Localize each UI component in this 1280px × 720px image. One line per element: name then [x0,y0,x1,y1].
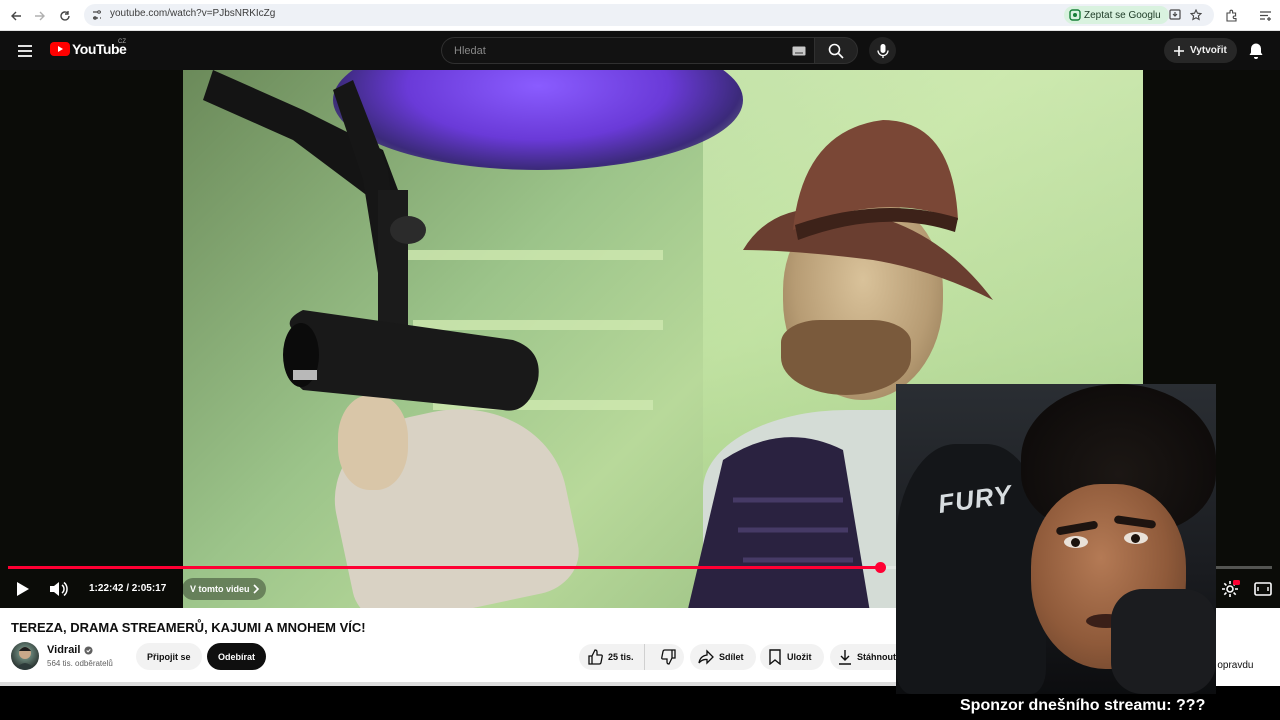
eye [1124,532,1148,544]
reload-icon[interactable] [55,6,75,26]
site-info-icon[interactable] [90,8,104,22]
chevron-right-icon [252,584,259,594]
studio-microphone [203,70,539,411]
search-icon [828,43,844,59]
presenter-beard [781,320,911,395]
forward-icon[interactable] [30,6,50,26]
youtube-logo[interactable]: YouTube CZ [50,39,127,57]
keyboard-icon[interactable] [792,46,806,56]
eye [1064,536,1088,548]
search-box [441,37,814,64]
reading-list-icon[interactable] [1256,6,1274,24]
video-title: TEREZA, DRAMA STREAMERŮ, KAJUMI A MNOHEM… [11,620,366,635]
fedora-hat [743,120,993,300]
chapter-chip[interactable]: V tomto videu [182,578,266,600]
share-label: Sdílet [719,652,744,662]
like-button[interactable]: 25 tis. [579,644,645,670]
channel-name[interactable]: Vidrail [47,644,93,656]
time-display: 1:22:42 / 2:05:17 [89,583,167,594]
chapter-label: V tomto videu [190,584,250,594]
like-dislike-group: 25 tis. [579,644,684,670]
search-button[interactable] [814,37,858,64]
subscriber-count: 564 tis. odběratelů [47,659,113,668]
microphone-icon [876,43,889,58]
voice-search-button[interactable] [869,37,896,64]
theater-mode-button[interactable] [1251,578,1275,600]
notifications-bell-icon[interactable] [1246,41,1266,61]
play-button[interactable] [12,578,32,600]
bookmark-icon [769,649,781,665]
sponsor-overlay-text: Sponzor dnešního streamu: ??? [960,697,1206,714]
search-input[interactable] [454,43,774,59]
create-label: Vytvořit [1190,45,1227,56]
volume-icon [50,581,68,597]
progress-scrubber[interactable] [875,562,886,573]
verified-badge-icon [84,645,93,655]
gear-icon [1222,580,1240,597]
volume-button[interactable] [48,578,68,600]
bookmark-star-icon[interactable] [1187,6,1205,24]
thumbs-up-icon [588,649,603,665]
extensions-icon[interactable] [1222,6,1240,24]
share-icon [698,649,714,665]
menu-icon[interactable] [14,41,36,61]
youtube-header: YouTube CZ Vytvořit [0,31,1280,70]
share-button[interactable]: Sdílet [690,644,756,670]
browser-toolbar: youtube.com/watch?v=PJbsNRKIcZg Zeptat s… [0,0,1280,31]
thumbs-down-icon [660,649,676,665]
subscribe-button[interactable]: Odebírat [207,643,267,670]
address-bar[interactable]: youtube.com/watch?v=PJbsNRKIcZg Zeptat s… [84,4,1214,26]
plus-icon [1174,45,1184,56]
save-label: Uložit [787,652,812,662]
theater-mode-icon [1254,582,1272,596]
like-count: 25 tis. [608,652,634,662]
play-icon [17,582,29,596]
streamer-webcam: FURY [896,384,1216,694]
back-icon[interactable] [6,6,26,26]
ask-google-label: Zeptat se Googlu [1084,9,1161,21]
google-lens-icon [1069,9,1081,21]
url-text[interactable]: youtube.com/watch?v=PJbsNRKIcZg [110,8,275,19]
install-app-icon[interactable] [1166,6,1184,24]
channel-name-text: Vidrail [47,644,81,656]
join-button[interactable]: Připojit se [136,643,202,670]
download-label: Stáhnout [857,652,896,662]
youtube-play-logo-icon [50,42,70,56]
channel-avatar[interactable] [11,642,39,670]
settings-button[interactable] [1218,578,1242,600]
create-button[interactable]: Vytvořit [1164,38,1237,63]
save-button[interactable]: Uložit [760,644,824,670]
ask-google-button[interactable]: Zeptat se Googlu [1064,6,1169,24]
download-icon [839,650,851,665]
logo-country-code: CZ [118,39,126,45]
webcam-microphone [1111,589,1216,694]
progress-played [8,566,880,569]
dislike-button[interactable] [653,644,684,670]
avatar-image [15,647,35,670]
